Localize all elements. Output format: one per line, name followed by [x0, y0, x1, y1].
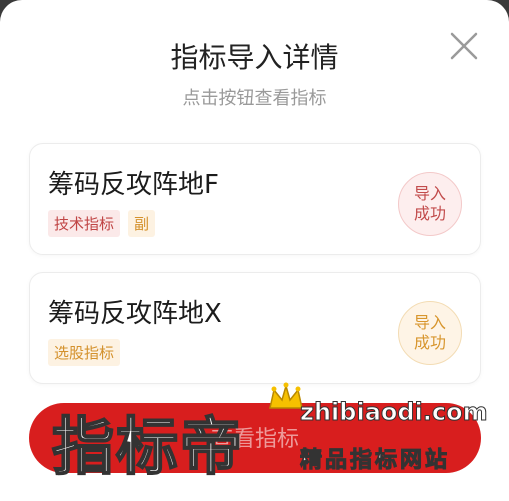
import-detail-modal: 指标导入详情 点击按钮查看指标 筹码反攻阵地F 技术指标 副 导入成功 筹码反攻…: [0, 0, 509, 501]
tag: 选股指标: [48, 339, 121, 366]
indicator-card[interactable]: 筹码反攻阵地X 选股指标 导入成功: [29, 272, 481, 384]
indicator-name: 筹码反攻阵地F: [48, 170, 219, 200]
indicator-card[interactable]: 筹码反攻阵地F 技术指标 副 导入成功: [29, 143, 481, 255]
import-status-badge: 导入成功: [398, 301, 462, 365]
indicator-name: 筹码反攻阵地X: [48, 299, 222, 329]
modal-title: 指标导入详情: [170, 41, 339, 74]
watermark-slogan: 精品指标网站: [299, 448, 451, 474]
import-status-badge: 导入成功: [398, 172, 462, 236]
indicator-tags: 技术指标 副: [48, 210, 156, 237]
watermark-logo-text: 指标帝: [51, 409, 245, 484]
tag: 技术指标: [48, 210, 121, 237]
close-icon[interactable]: [444, 26, 484, 66]
watermark-url: zhibiaodi.com: [300, 398, 489, 427]
indicator-tags: 选股指标: [48, 339, 121, 366]
tag: 副: [128, 210, 156, 237]
modal-subtitle: 点击按钮查看指标: [182, 88, 327, 109]
